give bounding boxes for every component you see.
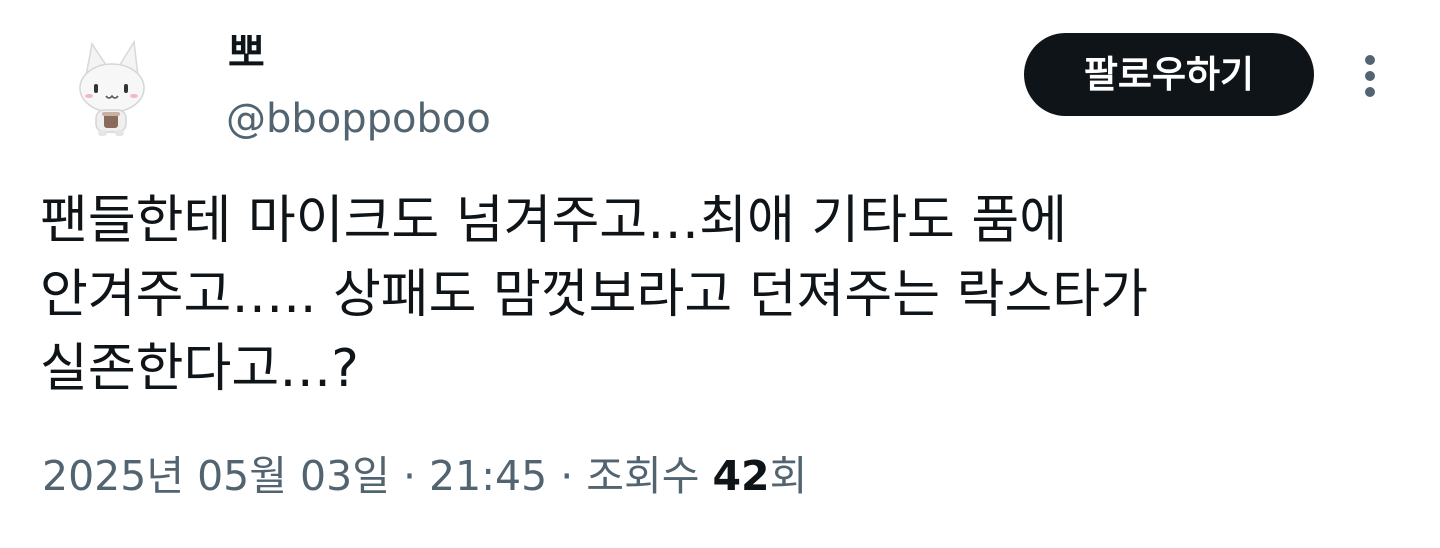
post-date[interactable]: 2025년 05월 03일 (42, 452, 390, 500)
follow-button[interactable]: 팔로우하기 (1024, 33, 1314, 116)
views-label: 조회수 (586, 452, 700, 500)
tweet-card: 뽀 @bboppoboo 팔로우하기 팬들한테 마이크도 넘겨주고…최애 기타도… (0, 0, 1440, 548)
display-name[interactable]: 뽀 (228, 26, 265, 80)
tweet-text: 팬들한테 마이크도 넘겨주고…최애 기타도 품에 안겨주고….. 상패도 맘껏보… (40, 184, 1380, 406)
meta-separator: · (389, 452, 430, 500)
white-cat-icon (79, 39, 145, 136)
tweet-text-line: 팬들한테 마이크도 넘겨주고…최애 기타도 품에 (40, 191, 1068, 251)
tweet-text-line: 실존한다고…? (40, 339, 359, 399)
post-time[interactable]: 21:45 (429, 452, 547, 500)
avatar[interactable] (64, 36, 160, 140)
meta-separator: · (547, 452, 587, 500)
tweet-text-line: 안겨주고….. 상패도 맘껏보라고 던져주는 락스타가 (40, 265, 1148, 325)
more-vertical-icon[interactable] (1350, 48, 1390, 104)
user-handle[interactable]: @bboppoboo (226, 92, 491, 146)
views-count[interactable]: 42 (713, 452, 770, 500)
views-unit: 회 (769, 452, 808, 500)
tweet-meta: 2025년 05월 03일 · 21:45 · 조회수 42회 (42, 448, 807, 504)
